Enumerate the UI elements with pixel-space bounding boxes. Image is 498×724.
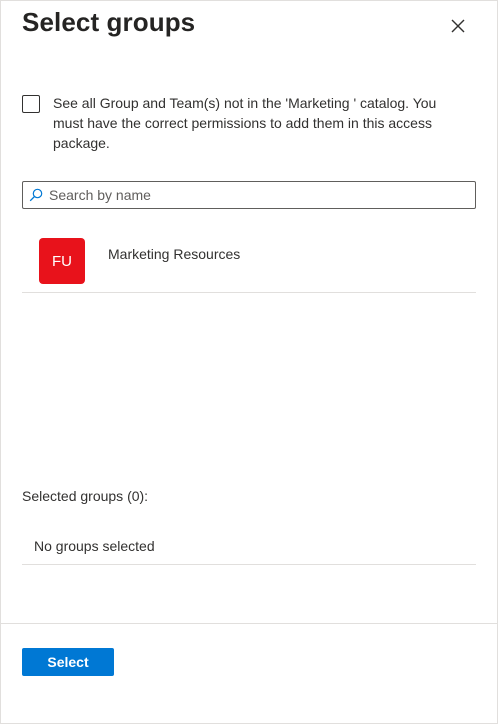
select-button[interactable]: Select xyxy=(22,648,114,676)
see-all-groups-checkbox[interactable] xyxy=(22,95,40,113)
see-all-groups-label[interactable]: See all Group and Team(s) not in the 'Ma… xyxy=(53,93,467,153)
search-input[interactable] xyxy=(49,182,469,208)
group-list-item[interactable]: FU Marketing Resources xyxy=(22,226,476,293)
close-button[interactable] xyxy=(448,16,468,36)
close-icon xyxy=(451,19,465,33)
select-groups-panel: Select groups See all Group and Team(s) … xyxy=(0,0,498,724)
selected-groups-label: Selected groups (0): xyxy=(22,488,149,504)
footer-divider xyxy=(1,623,497,624)
panel-title: Select groups xyxy=(22,7,196,37)
selected-groups-list: No groups selected xyxy=(22,529,476,565)
no-groups-selected-text: No groups selected xyxy=(34,538,155,554)
group-avatar: FU xyxy=(39,238,85,284)
search-box xyxy=(22,181,476,209)
group-name: Marketing Resources xyxy=(108,246,241,262)
search-icon xyxy=(29,188,43,202)
